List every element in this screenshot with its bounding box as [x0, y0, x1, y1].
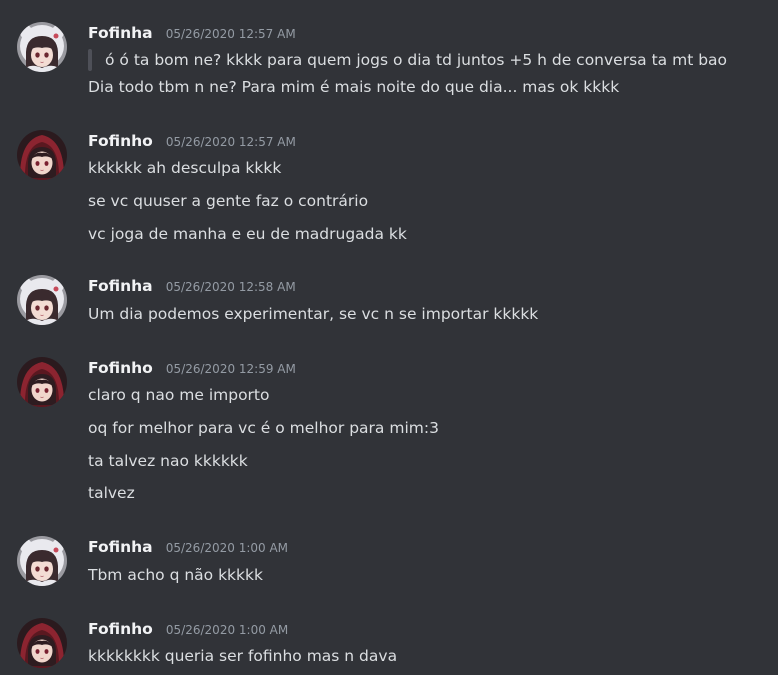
message-text: vc joga de manha e eu de madrugada kk — [88, 225, 407, 243]
username[interactable]: Fofinha — [88, 24, 153, 42]
username[interactable]: Fofinho — [88, 359, 153, 377]
message-text: Tbm acho q não kkkkk — [88, 566, 263, 584]
username[interactable]: Fofinho — [88, 132, 153, 150]
chat-message-list: Fofinha 05/26/2020 12:57 AM ó ó ta bom n… — [0, 0, 778, 675]
avatar[interactable] — [17, 536, 67, 586]
message-text: kkkkkkkk queria ser fofinho mas n dava — [88, 647, 398, 665]
message-text: se vc quuser a gente faz o contrário — [88, 192, 369, 210]
username[interactable]: Fofinho — [88, 620, 153, 638]
quote-text: ó ó ta bom ne? kkkk para quem jogs o dia… — [105, 51, 728, 69]
message-text: Dia todo tbm n ne? Para mim é mais noite… — [88, 78, 620, 96]
timestamp: 05/26/2020 12:57 AM — [165, 27, 296, 41]
message-header: Fofinho 05/26/2020 12:59 AM — [88, 357, 296, 379]
message-header: Fofinha 05/26/2020 12:57 AM — [88, 22, 296, 44]
timestamp: 05/26/2020 12:57 AM — [165, 135, 296, 149]
anime-girl-white-hood-avatar — [17, 536, 67, 586]
message-text: Um dia podemos experimentar, se vc n se … — [88, 305, 539, 323]
avatar[interactable] — [17, 357, 67, 407]
timestamp: 05/26/2020 1:00 AM — [165, 623, 289, 637]
avatar[interactable] — [17, 275, 67, 325]
timestamp: 05/26/2020 12:58 AM — [165, 280, 296, 294]
message-text: oq for melhor para vc é o melhor para mi… — [88, 419, 439, 437]
avatar[interactable] — [17, 22, 67, 72]
message-header: Fofinho 05/26/2020 1:00 AM — [88, 618, 288, 640]
avatar[interactable] — [17, 130, 67, 180]
message-text: ta talvez nao kkkkkk — [88, 452, 248, 470]
message-text: talvez — [88, 484, 135, 502]
message-text: claro q nao me importo — [88, 386, 270, 404]
message-header: Fofinha 05/26/2020 1:00 AM — [88, 536, 288, 558]
anime-girl-red-hood-avatar — [17, 357, 67, 407]
anime-girl-white-hood-avatar — [17, 22, 67, 72]
timestamp: 05/26/2020 12:59 AM — [165, 362, 296, 376]
quote-bar — [88, 49, 92, 71]
anime-girl-red-hood-avatar — [17, 130, 67, 180]
message-header: Fofinha 05/26/2020 12:58 AM — [88, 275, 296, 297]
message-text: kkkkkk ah desculpa kkkk — [88, 159, 282, 177]
block-quote: ó ó ta bom ne? kkkk para quem jogs o dia… — [88, 49, 727, 71]
timestamp: 05/26/2020 1:00 AM — [165, 541, 289, 555]
anime-girl-white-hood-avatar — [17, 275, 67, 325]
anime-girl-red-hood-avatar — [17, 618, 67, 668]
username[interactable]: Fofinha — [88, 538, 153, 556]
message-header: Fofinho 05/26/2020 12:57 AM — [88, 130, 296, 152]
avatar[interactable] — [17, 618, 67, 668]
username[interactable]: Fofinha — [88, 277, 153, 295]
